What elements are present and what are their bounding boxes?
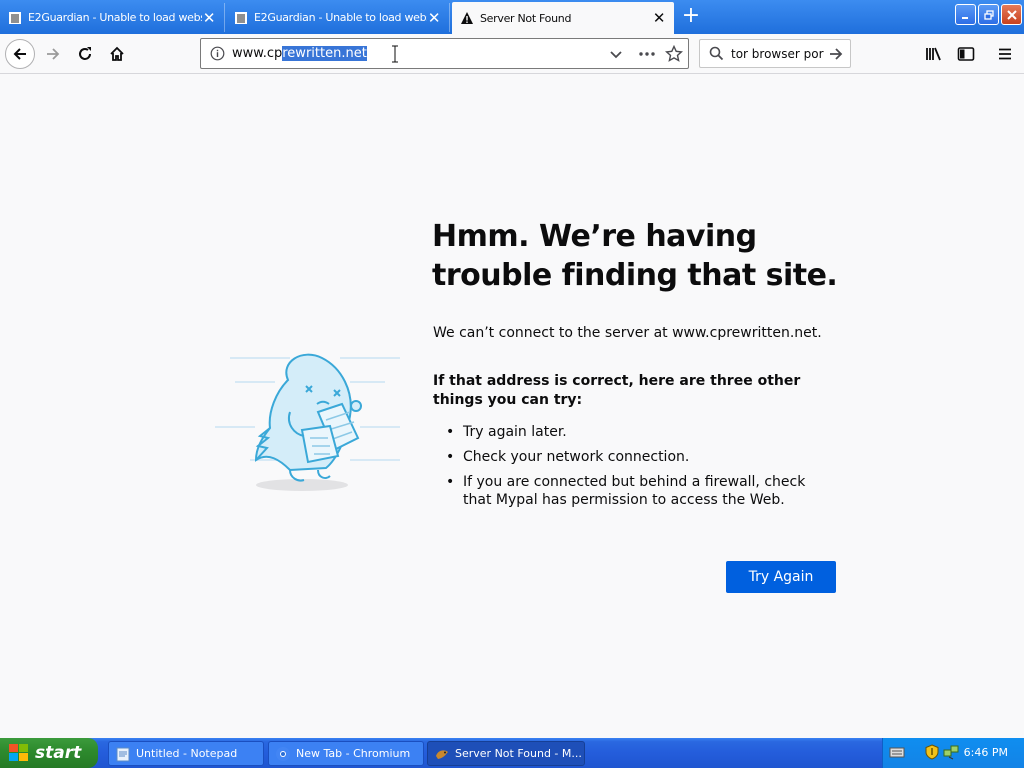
taskbar-item-chromium[interactable]: New Tab - Chromium (268, 741, 424, 766)
museum-icon (8, 11, 22, 25)
suggestions-list: Try again later. Check your network conn… (433, 423, 833, 516)
list-item: Try again later. (433, 423, 833, 441)
tab-title: E2Guardian - Unable to load website (254, 11, 427, 24)
warning-icon (460, 11, 474, 25)
error-title: Hmm. We’re having trouble finding that s… (432, 219, 838, 293)
library-button[interactable] (919, 39, 949, 69)
close-tab-icon[interactable]: ✕ (202, 9, 216, 27)
system-tray: 6:46 PM (882, 738, 1024, 768)
network-icon[interactable] (943, 744, 959, 763)
close-tab-icon[interactable]: ✕ (427, 9, 441, 27)
hamburger-menu-icon (999, 48, 1011, 60)
navigation-toolbar: www.cprewritten.net tor browser por (0, 34, 1024, 74)
restore-button[interactable] (978, 4, 999, 25)
page-actions-icon[interactable] (638, 47, 656, 64)
error-description: We can’t connect to the server at www.cp… (433, 325, 822, 341)
confused-monster-illustration (210, 320, 410, 503)
url-prefix: www.cp (232, 46, 283, 61)
keyboard-icon[interactable] (889, 745, 905, 762)
tab-title: Server Not Found (480, 11, 572, 25)
new-tab-button[interactable]: + (680, 5, 702, 28)
back-arrow-icon (13, 48, 26, 60)
notepad-icon (115, 746, 131, 762)
tab-title: E2Guardian - Unable to load website (28, 11, 202, 24)
list-item: Check your network connection. (433, 448, 833, 466)
url-bar[interactable]: www.cprewritten.net (200, 38, 689, 69)
search-bar[interactable]: tor browser por (699, 39, 851, 68)
taskbar-item-label: Server Not Found - M... (455, 747, 582, 760)
mypal-icon (434, 746, 450, 762)
sidebar-icon (957, 47, 975, 61)
close-tab-icon[interactable]: ✕ (652, 9, 666, 27)
search-go-arrow-icon[interactable] (828, 46, 844, 65)
start-label: start (35, 743, 82, 763)
chromium-icon (275, 746, 291, 762)
start-button[interactable]: start (0, 738, 98, 768)
bookmark-star-icon[interactable] (664, 44, 684, 66)
list-item: If you are connected but behind a firewa… (433, 473, 833, 509)
taskbar-item-label: New Tab - Chromium (296, 747, 411, 760)
museum-icon (234, 11, 248, 25)
security-shield-icon[interactable] (925, 744, 939, 763)
search-input[interactable]: tor browser por (731, 47, 824, 61)
library-icon (926, 47, 941, 61)
tab-e2guardian-2[interactable]: E2Guardian - Unable to load website ✕ (226, 3, 450, 32)
home-icon (110, 46, 124, 61)
try-again-button[interactable]: Try Again (726, 561, 836, 593)
info-icon[interactable] (210, 46, 225, 64)
url-input[interactable]: www.cprewritten.net (232, 46, 367, 61)
forward-arrow-icon (47, 48, 60, 60)
home-button[interactable] (102, 39, 132, 69)
taskbar-item-mypal[interactable]: Server Not Found - M... (427, 741, 585, 766)
reload-icon (79, 47, 91, 60)
search-icon (709, 46, 724, 64)
windows-taskbar: start Untitled - Notepad New Tab - Chrom… (0, 738, 1024, 768)
close-window-button[interactable] (1001, 4, 1022, 25)
minimize-button[interactable] (955, 4, 976, 25)
sidebar-button[interactable] (951, 39, 981, 69)
back-button[interactable] (5, 39, 35, 69)
reload-button[interactable] (70, 39, 100, 69)
text-cursor-icon (391, 45, 399, 66)
tab-server-not-found[interactable]: Server Not Found ✕ (452, 2, 674, 34)
tab-e2guardian-1[interactable]: E2Guardian - Unable to load website ✕ (0, 3, 225, 32)
taskbar-item-label: Untitled - Notepad (136, 747, 238, 760)
clock: 6:46 PM (963, 746, 1008, 759)
url-selection: rewritten.net (282, 46, 367, 61)
windows-logo-icon (8, 743, 30, 763)
menu-button[interactable] (990, 39, 1020, 69)
suggestions-heading: If that address is correct, here are thr… (433, 373, 801, 408)
taskbar-item-notepad[interactable]: Untitled - Notepad (108, 741, 264, 766)
forward-button[interactable] (38, 39, 68, 69)
chevron-down-icon[interactable] (609, 47, 623, 64)
tab-strip: E2Guardian - Unable to load website ✕ E2… (0, 0, 1024, 34)
page-content: Hmm. We’re having trouble finding that s… (0, 75, 1024, 738)
